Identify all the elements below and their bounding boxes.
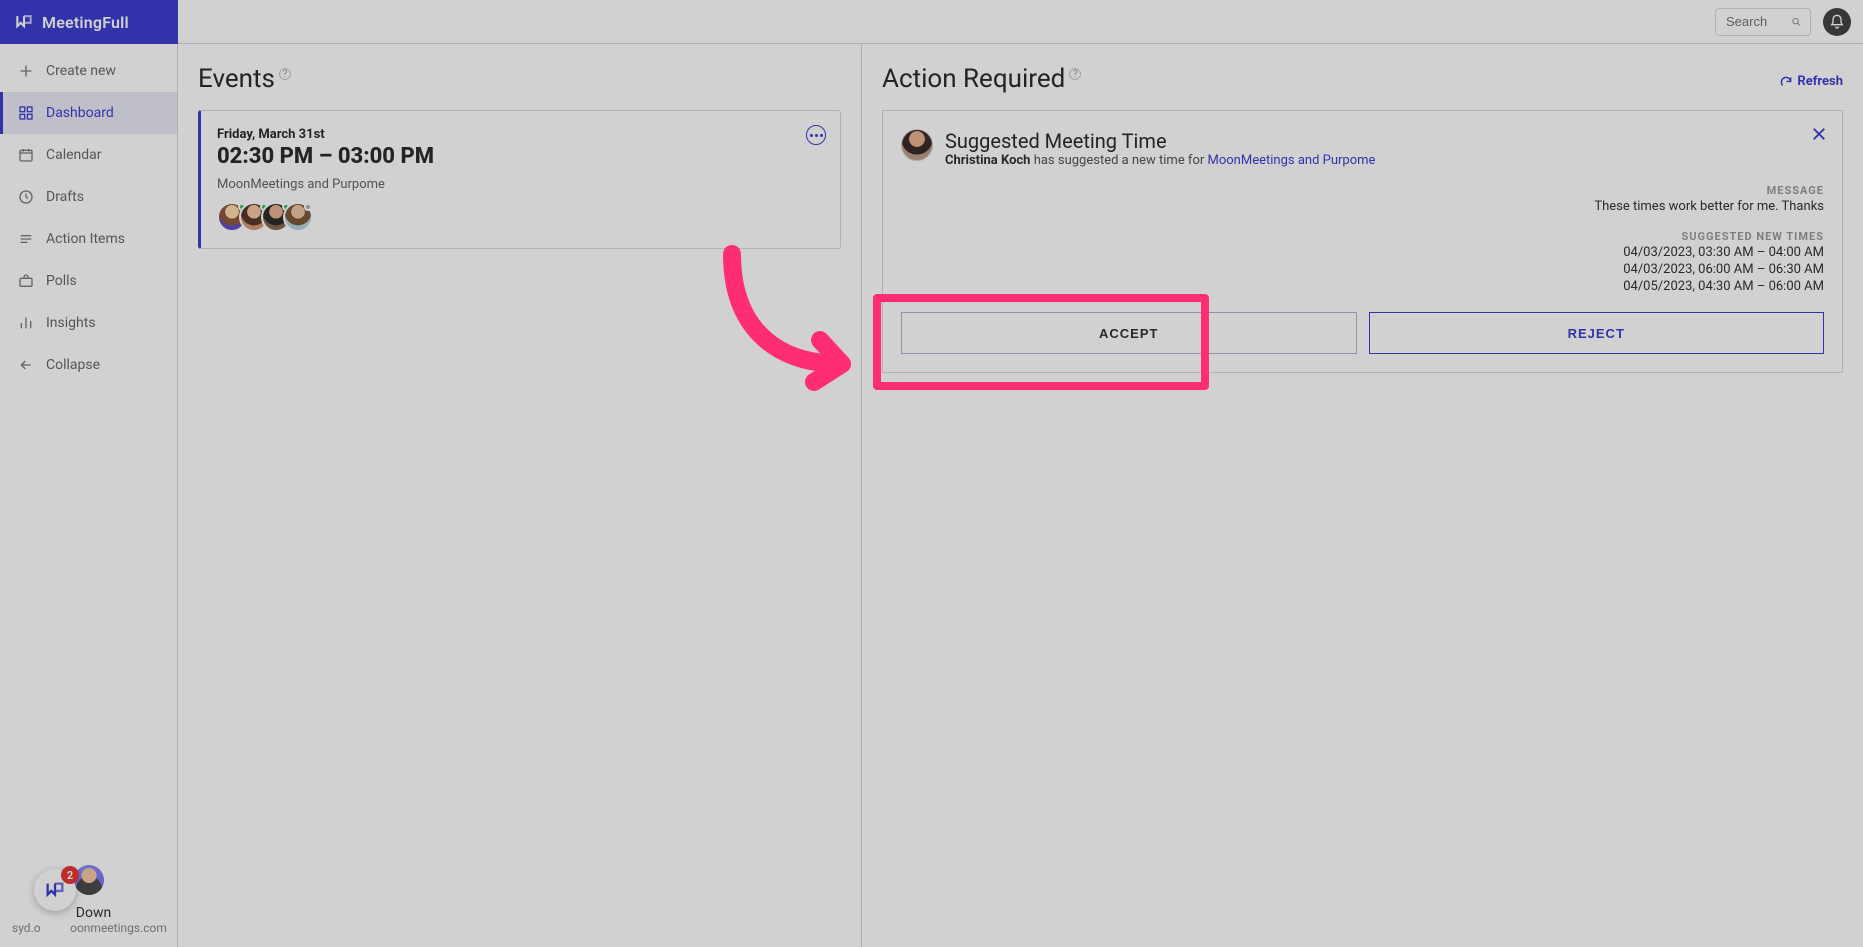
action-column: Action Required Refresh Suggested Meetin…: [862, 44, 1863, 947]
meeting-link[interactable]: MoonMeetings and Purpome: [1208, 153, 1376, 168]
accept-button[interactable]: ACCEPT: [901, 312, 1357, 354]
plus-icon: [18, 63, 34, 79]
sidebar-item-label: Action Items: [46, 231, 125, 247]
help-widget[interactable]: 2: [34, 869, 76, 911]
search-input[interactable]: [1724, 13, 1785, 30]
help-icon[interactable]: [1069, 68, 1081, 80]
refresh-icon: [1779, 75, 1793, 89]
sidebar-item-calendar[interactable]: Calendar: [0, 134, 177, 176]
main-content: Events Friday, March 31st 02:30 PM – 03:…: [178, 44, 1863, 947]
avatar: [283, 202, 313, 232]
notifications-button[interactable]: [1823, 8, 1851, 36]
brand-name: MeetingFull: [42, 13, 129, 32]
action-buttons: ACCEPT REJECT: [901, 312, 1824, 354]
grid-icon: [18, 105, 34, 121]
sidebar-item-label: Calendar: [46, 147, 102, 163]
sidebar-collapse-button[interactable]: Collapse: [0, 344, 177, 386]
avatar: [901, 129, 933, 161]
logo-icon: [14, 12, 34, 32]
sidebar-user: Down syd.oxxxxxoonmeetings.com 2: [0, 865, 177, 935]
arrow-left-icon: [18, 357, 34, 373]
bell-icon: [1829, 14, 1845, 30]
suggested-meeting-heading: Suggested Meeting Time: [945, 129, 1375, 153]
event-date: Friday, March 31st: [217, 127, 824, 142]
logo-bar: MeetingFull: [0, 0, 178, 44]
suggested-time: 04/03/2023, 06:00 AM – 06:30 AM: [901, 262, 1824, 277]
action-card: Suggested Meeting Time Christina Koch ha…: [882, 110, 1843, 373]
event-more-button[interactable]: [806, 125, 826, 145]
calendar-icon: [18, 147, 34, 163]
sidebar-create-button[interactable]: Create new: [0, 50, 177, 92]
help-icon[interactable]: [279, 68, 291, 80]
clock-icon: [18, 189, 34, 205]
sidebar-item-label: Insights: [46, 315, 96, 331]
sidebar-item-action-items[interactable]: Action Items: [0, 218, 177, 260]
suggested-time: 04/03/2023, 03:30 AM – 04:00 AM: [901, 245, 1824, 260]
event-attendees: [217, 202, 824, 232]
suggested-times-list: 04/03/2023, 03:30 AM – 04:00 AM 04/03/20…: [901, 245, 1824, 294]
bar-chart-icon: [18, 315, 34, 331]
sidebar-item-dashboard[interactable]: Dashboard: [0, 92, 177, 134]
user-email: syd.oxxxxxoonmeetings.com: [12, 921, 165, 935]
app-root: MeetingFull Create new Dashboard Calenda…: [0, 0, 1863, 947]
sidebar-item-label: Collapse: [46, 357, 100, 373]
sidebar-item-drafts[interactable]: Drafts: [0, 176, 177, 218]
sidebar-item-label: Dashboard: [46, 105, 114, 121]
logo-icon: [44, 879, 66, 901]
briefcase-icon: [18, 273, 34, 289]
search-icon: [1791, 15, 1802, 29]
sidebar-item-label: Create new: [46, 63, 116, 79]
help-badge-count: 2: [61, 866, 79, 884]
sidebar-item-insights[interactable]: Insights: [0, 302, 177, 344]
event-subject: MoonMeetings and Purpome: [217, 177, 824, 192]
message-label: MESSAGE: [901, 184, 1824, 197]
action-required-title: Action Required: [882, 64, 1081, 94]
topbar: [178, 0, 1863, 44]
message-text: These times work better for me. Thanks: [901, 199, 1824, 214]
event-time: 02:30 PM – 03:00 PM: [217, 144, 824, 169]
avatar: [74, 865, 104, 895]
suggested-meeting-subtext: Christina Koch has suggested a new time …: [945, 153, 1375, 168]
list-icon: [18, 231, 34, 247]
events-title: Events: [198, 64, 841, 94]
sidebar-item-polls[interactable]: Polls: [0, 260, 177, 302]
search-box[interactable]: [1715, 8, 1811, 36]
user-name: Down: [12, 905, 165, 921]
events-column: Events Friday, March 31st 02:30 PM – 03:…: [178, 44, 862, 947]
reject-button[interactable]: REJECT: [1369, 312, 1825, 354]
refresh-button[interactable]: Refresh: [1779, 74, 1843, 89]
sidebar-item-label: Polls: [46, 273, 77, 289]
sidebar-item-label: Drafts: [46, 189, 84, 205]
suggested-times-label: SUGGESTED NEW TIMES: [901, 230, 1824, 243]
suggested-time: 04/05/2023, 04:30 AM – 06:00 AM: [901, 279, 1824, 294]
sidebar: Create new Dashboard Calendar Drafts Act…: [0, 44, 178, 947]
close-icon[interactable]: [1810, 125, 1828, 143]
event-card[interactable]: Friday, March 31st 02:30 PM – 03:00 PM M…: [198, 110, 841, 249]
